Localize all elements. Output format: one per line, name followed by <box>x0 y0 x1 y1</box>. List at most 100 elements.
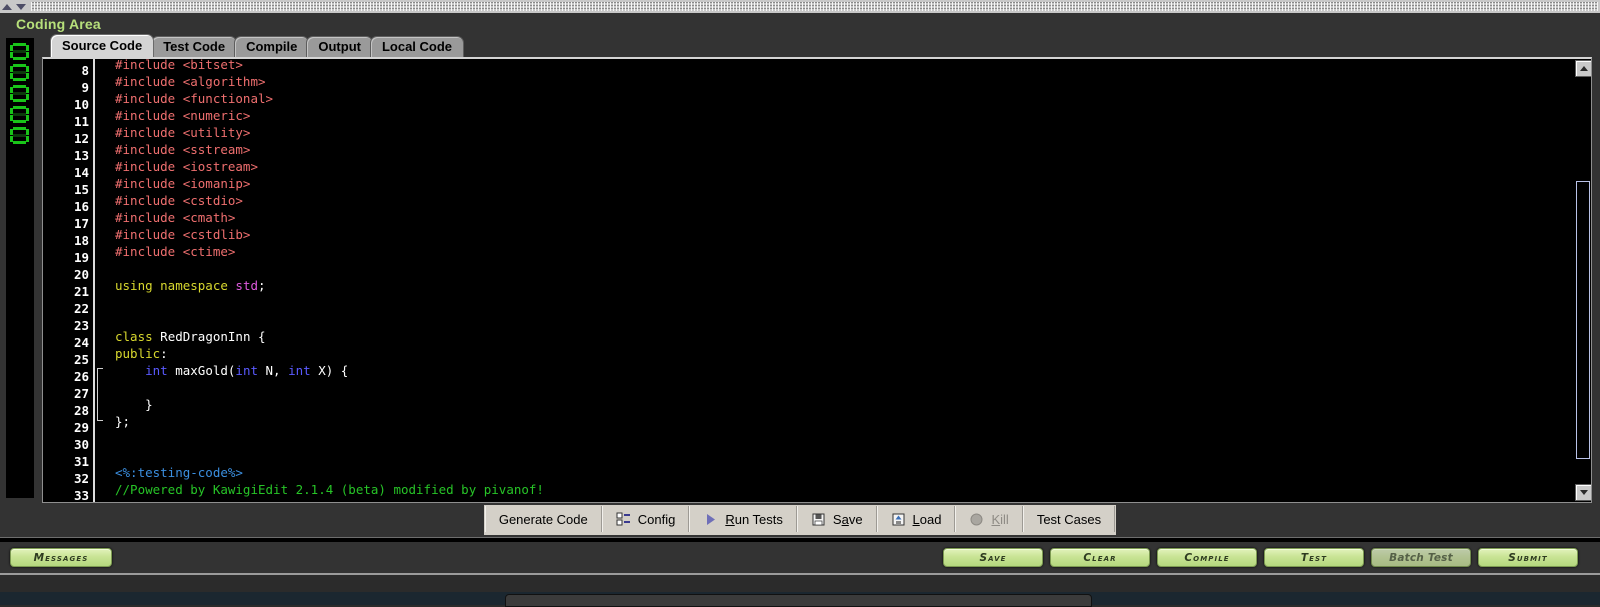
code-line[interactable]: //Powered by KawigiEdit 2.1.4 (beta) mod… <box>115 481 1573 498</box>
code-line[interactable]: #include <numeric> <box>115 107 1573 124</box>
code-line[interactable]: class RedDragonInn { <box>115 328 1573 345</box>
code-line[interactable]: using namespace std; <box>115 277 1573 294</box>
save-button[interactable]: Save <box>796 506 877 532</box>
led-segment-d <box>13 99 26 102</box>
code-fold-column[interactable] <box>95 59 105 502</box>
line-number: 8 <box>81 63 89 78</box>
editor-toolbar: Generate Code Config Run Tests Save Load Kill… <box>0 503 1600 537</box>
button-label: Kill <box>991 511 1009 527</box>
editor-vertical-scrollbar[interactable] <box>1573 59 1591 502</box>
led-segment-a <box>13 43 26 46</box>
play-icon <box>703 512 718 527</box>
run-tests-button[interactable]: Run Tests <box>689 506 797 532</box>
action-button-group: Save Clear Compile Test Batch Test Submit <box>943 548 1578 567</box>
scrollbar-thumb[interactable] <box>1576 181 1590 459</box>
code-line[interactable]: #include <iostream> <box>115 158 1573 175</box>
code-line[interactable]: int maxGold(int N, int X) { <box>115 362 1573 379</box>
scroll-up-arrow-icon <box>1579 66 1588 71</box>
code-line[interactable]: #include <sstream> <box>115 141 1573 158</box>
button-label: Run Tests <box>725 511 783 527</box>
code-line[interactable]: #include <cmath> <box>115 209 1573 226</box>
code-line[interactable]: #include <functional> <box>115 90 1573 107</box>
led-digit <box>9 127 31 144</box>
tab-output[interactable]: Output <box>306 36 373 57</box>
led-segment-g <box>13 50 26 53</box>
code-line[interactable]: #include <utility> <box>115 124 1573 141</box>
clear-button[interactable]: Clear <box>1050 548 1150 567</box>
tab-test-code[interactable]: Test Code <box>151 36 238 57</box>
code-line[interactable] <box>115 311 1573 328</box>
editor-region: Source Code Test Code Compile Output Local C… <box>0 34 1600 503</box>
led-segment-d <box>13 57 26 60</box>
code-pane: Source Code Test Code Compile Output Local C… <box>42 34 1600 503</box>
line-number: 17 <box>73 216 89 231</box>
line-number: 16 <box>73 199 89 214</box>
config-button[interactable]: Config <box>601 506 690 532</box>
scroll-down-button[interactable] <box>1575 484 1591 501</box>
led-segment-d <box>13 78 26 81</box>
load-button[interactable]: Load <box>876 506 956 532</box>
toolbar-button-group: Generate Code Config Run Tests Save Load Kill… <box>483 505 1117 535</box>
code-line[interactable]: public: <box>115 345 1573 362</box>
line-number: 32 <box>73 471 89 486</box>
line-number-gutter: 8 9 10 11 12 13 14 15 16 17 18 19 20 21 22 23 24 25 26 27 28… <box>43 59 95 502</box>
code-line[interactable] <box>115 379 1573 396</box>
line-number: 27 <box>73 386 89 401</box>
batch-test-button[interactable]: Batch Test <box>1371 548 1471 567</box>
code-line[interactable] <box>115 430 1573 447</box>
line-number: 25 <box>73 352 89 367</box>
test-cases-button[interactable]: Test Cases <box>1022 506 1116 532</box>
tab-compile[interactable]: Compile <box>234 36 310 57</box>
led-segment-g <box>13 134 26 137</box>
line-number: 9 <box>81 80 89 95</box>
tab-source-code[interactable]: Source Code <box>50 34 155 57</box>
code-line[interactable] <box>115 294 1573 311</box>
triangle-up-icon <box>2 3 12 10</box>
line-number: 31 <box>73 454 89 469</box>
save-button[interactable]: Save <box>943 548 1043 567</box>
led-digit <box>9 64 31 81</box>
collapse-down-button[interactable] <box>14 0 28 13</box>
window-drag-strip[interactable] <box>0 0 1600 14</box>
code-line[interactable]: #include <bitset> <box>115 59 1573 73</box>
code-text[interactable]: #include <bitset> #include <algorithm> #in… <box>105 59 1573 502</box>
code-line[interactable]: #include <cstdio> <box>115 192 1573 209</box>
led-segment-g <box>13 71 26 74</box>
code-line[interactable]: #include <iomanip> <box>115 175 1573 192</box>
editor-tabs: Source Code Test Code Compile Output Local C… <box>42 34 1592 57</box>
scroll-up-button[interactable] <box>1575 60 1591 77</box>
code-line[interactable]: } <box>115 396 1573 413</box>
button-label: Test Cases <box>1036 511 1102 527</box>
fold-bracket-icon[interactable] <box>97 368 103 421</box>
drag-grip-icon[interactable] <box>31 2 1598 11</box>
messages-button[interactable]: Messages <box>10 548 112 567</box>
code-editor[interactable]: 8 9 10 11 12 13 14 15 16 17 18 19 20 21 22 23 24 25 26 27 28… <box>42 57 1592 503</box>
code-line[interactable]: #include <ctime> <box>115 243 1573 260</box>
compile-button[interactable]: Compile <box>1157 548 1257 567</box>
led-segment-c <box>26 73 29 79</box>
load-icon <box>891 512 906 527</box>
code-line[interactable]: <%:testing-code%> <box>115 464 1573 481</box>
triangle-down-icon <box>16 3 26 10</box>
led-segment-b <box>26 87 29 93</box>
code-line[interactable]: #include <cstdlib> <box>115 226 1573 243</box>
tab-local-code[interactable]: Local Code <box>369 36 465 57</box>
line-number: 11 <box>73 114 89 129</box>
code-line[interactable]: }; <box>115 413 1573 430</box>
collapse-up-button[interactable] <box>0 0 14 13</box>
code-line[interactable] <box>115 260 1573 277</box>
code-line[interactable]: #include <algorithm> <box>115 73 1573 90</box>
led-timer-column <box>0 35 42 503</box>
config-icon <box>616 512 631 527</box>
test-button[interactable]: Test <box>1264 548 1364 567</box>
led-segment-a <box>13 85 26 88</box>
led-digit <box>9 85 31 102</box>
line-number: 33 <box>73 488 89 503</box>
line-number: 19 <box>73 250 89 265</box>
generate-code-button[interactable]: Generate Code <box>484 506 602 532</box>
button-label: Save <box>832 511 863 527</box>
led-timer <box>6 38 34 498</box>
led-segment-b <box>26 129 29 135</box>
code-line[interactable] <box>115 447 1573 464</box>
submit-button[interactable]: Submit <box>1478 548 1578 567</box>
